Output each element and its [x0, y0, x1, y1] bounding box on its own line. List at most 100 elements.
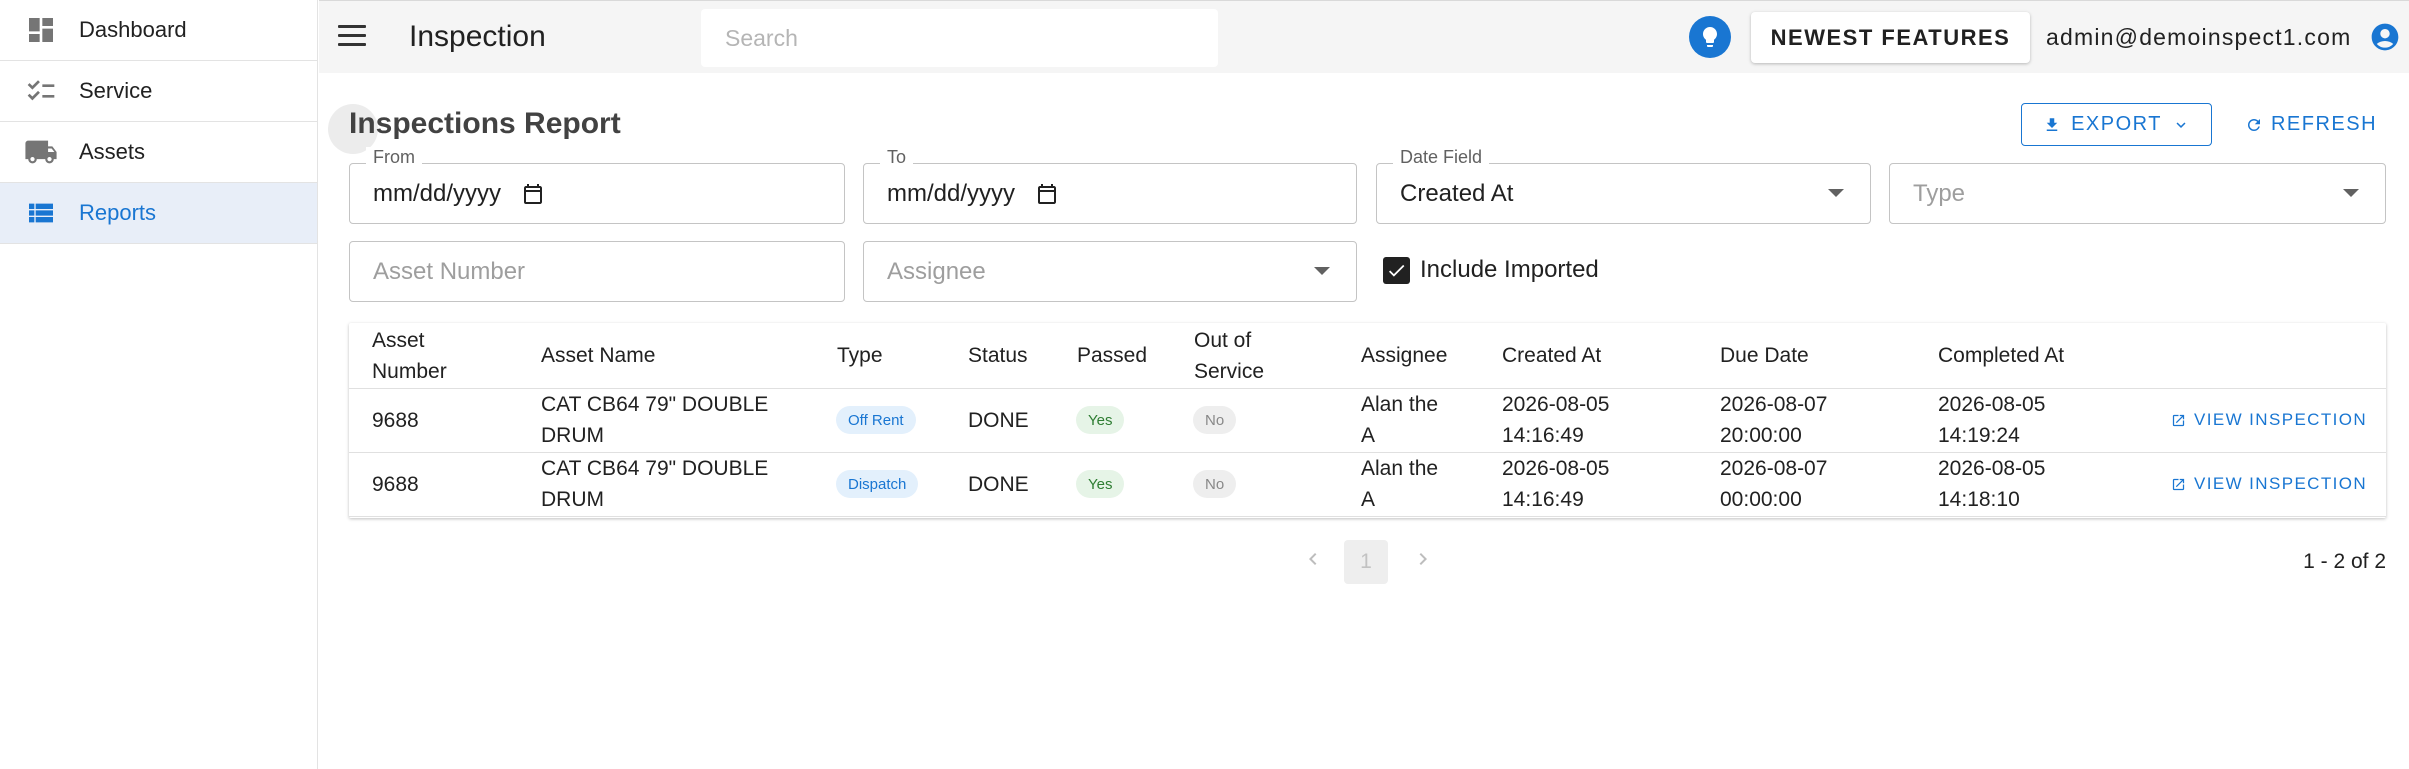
cell-line: 2026-08-05 — [1938, 393, 2046, 416]
newest-features-button[interactable]: NEWEST FEATURES — [1751, 12, 2030, 63]
cell-status: DONE — [968, 473, 1029, 496]
header-line: Out of — [1194, 329, 1252, 352]
export-label: EXPORT — [2071, 113, 2162, 135]
checklist-icon — [0, 75, 79, 107]
export-button[interactable]: EXPORT — [2021, 103, 2212, 146]
lightbulb-icon[interactable] — [1689, 16, 1731, 58]
type-badge: Off Rent — [836, 406, 916, 434]
asset-number-input[interactable]: Asset Number — [349, 241, 845, 302]
assignee-placeholder: Assignee — [887, 257, 986, 285]
checkbox-checked-icon[interactable] — [1383, 256, 1410, 284]
pagination-range: 1 - 2 of 2 — [2303, 550, 2386, 573]
column-header-asset-name[interactable]: Asset Name — [541, 340, 655, 371]
date-field-select[interactable]: Date Field Created At — [1376, 147, 1871, 224]
view-inspection-label: VIEW INSPECTION — [2194, 474, 2368, 493]
table-row: 9688 CAT CB64 79" DOUBLE DRUM Dispatch D… — [349, 453, 2386, 517]
cell-line: 2026-08-05 — [1938, 457, 2046, 480]
cell-assignee: Alan the A — [1361, 389, 1438, 451]
dropdown-arrow-icon — [1828, 189, 1844, 197]
cell-line: 2026-08-05 — [1502, 457, 1610, 480]
cell-line: 14:18:10 — [1938, 488, 2020, 511]
cell-created-at: 2026-08-05 14:16:49 — [1502, 389, 1609, 451]
table-row: 9688 CAT CB64 79" DOUBLE DRUM Off Rent D… — [349, 389, 2386, 453]
truck-icon — [0, 135, 79, 169]
column-header-created-at[interactable]: Created At — [1502, 340, 1601, 371]
from-date-input[interactable]: From mm/dd/yyyy — [349, 147, 845, 224]
open-in-new-icon — [2172, 414, 2185, 426]
column-header-completed-at[interactable]: Completed At — [1938, 340, 2064, 371]
calendar-icon[interactable] — [1035, 182, 1059, 206]
calendar-icon[interactable] — [521, 182, 545, 206]
cell-line: 2026-08-07 — [1720, 457, 1828, 480]
cell-line: Alan the — [1361, 393, 1439, 416]
type-placeholder: Type — [1913, 179, 1966, 207]
sidebar-item-dashboard[interactable]: Dashboard — [0, 0, 317, 61]
column-header-type[interactable]: Type — [837, 340, 883, 371]
inspections-table: Asset Number Asset Name Type Status Pass… — [349, 323, 2386, 518]
cell-line: 14:19:24 — [1938, 424, 2020, 447]
cell-created-at: 2026-08-05 14:16:49 — [1502, 453, 1609, 515]
sidebar-item-service[interactable]: Service — [0, 61, 317, 122]
refresh-button[interactable]: REFRESH — [2235, 103, 2387, 146]
dashboard-icon — [0, 14, 79, 46]
cell-line: 14:16:49 — [1502, 488, 1584, 511]
header-line: Number — [372, 360, 447, 383]
cell-asset-number: 9688 — [372, 473, 419, 496]
chevron-right-icon[interactable] — [1411, 547, 1435, 571]
refresh-label: REFRESH — [2270, 113, 2378, 135]
sidebar-item-label: Dashboard — [79, 17, 187, 42]
passed-badge: Yes — [1076, 470, 1125, 498]
cell-asset-name: CAT CB64 79" DOUBLE DRUM — [541, 389, 768, 451]
cell-status: DONE — [968, 409, 1029, 432]
column-header-due-date[interactable]: Due Date — [1720, 340, 1809, 371]
cell-assignee: Alan the A — [1361, 453, 1438, 515]
app-title: Inspection — [409, 20, 546, 53]
dropdown-arrow-icon — [2343, 189, 2359, 197]
column-header-asset-number[interactable]: Asset Number — [372, 325, 447, 387]
cell-line: 20:00:00 — [1720, 424, 1802, 447]
passed-badge: Yes — [1076, 406, 1125, 434]
cell-due-date: 2026-08-07 20:00:00 — [1720, 389, 1827, 451]
header-line: Service — [1194, 360, 1265, 383]
list-icon — [0, 197, 79, 229]
cell-line: 14:16:49 — [1502, 424, 1584, 447]
sidebar-item-reports[interactable]: Reports — [0, 183, 317, 244]
type-select[interactable]: Type — [1889, 163, 2386, 224]
to-date-input[interactable]: To mm/dd/yyyy — [863, 147, 1357, 224]
column-header-assignee[interactable]: Assignee — [1361, 340, 1447, 371]
include-imported-label: Include Imported — [1420, 256, 1599, 283]
sidebar-item-assets[interactable]: Assets — [0, 122, 317, 183]
table-header: Asset Number Asset Name Type Status Pass… — [349, 323, 2386, 389]
page-title: Inspections Report — [349, 107, 621, 140]
from-label: From — [366, 147, 422, 168]
sidebar-item-label: Assets — [79, 139, 146, 164]
view-inspection-link[interactable]: VIEW INSPECTION — [2171, 410, 2367, 430]
column-header-status[interactable]: Status — [968, 340, 1028, 371]
include-imported-checkbox[interactable]: Include Imported — [1383, 256, 1599, 284]
date-field-label: Date Field — [1393, 147, 1490, 168]
column-header-passed[interactable]: Passed — [1077, 340, 1147, 371]
sidebar-item-label: Reports — [79, 200, 157, 225]
view-inspection-link[interactable]: VIEW INSPECTION — [2171, 474, 2367, 494]
cell-line: CAT CB64 79" DOUBLE — [541, 457, 769, 480]
user-email: admin@demoinspect1.com — [2046, 24, 2352, 50]
assignee-select[interactable]: Assignee — [863, 241, 1357, 302]
column-header-out-of-service[interactable]: Out of Service — [1194, 325, 1264, 387]
cell-due-date: 2026-08-07 00:00:00 — [1720, 453, 1827, 515]
date-field-value: Created At — [1400, 179, 1514, 207]
cell-line: 2026-08-07 — [1720, 393, 1828, 416]
view-inspection-label: VIEW INSPECTION — [2194, 410, 2368, 429]
asset-number-placeholder: Asset Number — [373, 257, 526, 285]
cell-completed-at: 2026-08-05 14:18:10 — [1938, 453, 2045, 515]
chevron-left-icon[interactable] — [1301, 547, 1325, 571]
menu-icon[interactable] — [338, 25, 366, 47]
account-circle-icon[interactable] — [2369, 21, 2401, 53]
from-date-value: mm/dd/yyyy — [373, 179, 502, 207]
pagination-page-button[interactable]: 1 — [1344, 540, 1388, 584]
out-of-service-badge: No — [1193, 470, 1237, 498]
cell-line: CAT CB64 79" DOUBLE — [541, 393, 769, 416]
to-label: To — [880, 147, 914, 168]
search-input[interactable] — [701, 9, 1218, 67]
cell-line: A — [1361, 424, 1376, 447]
cell-line: A — [1361, 488, 1376, 511]
